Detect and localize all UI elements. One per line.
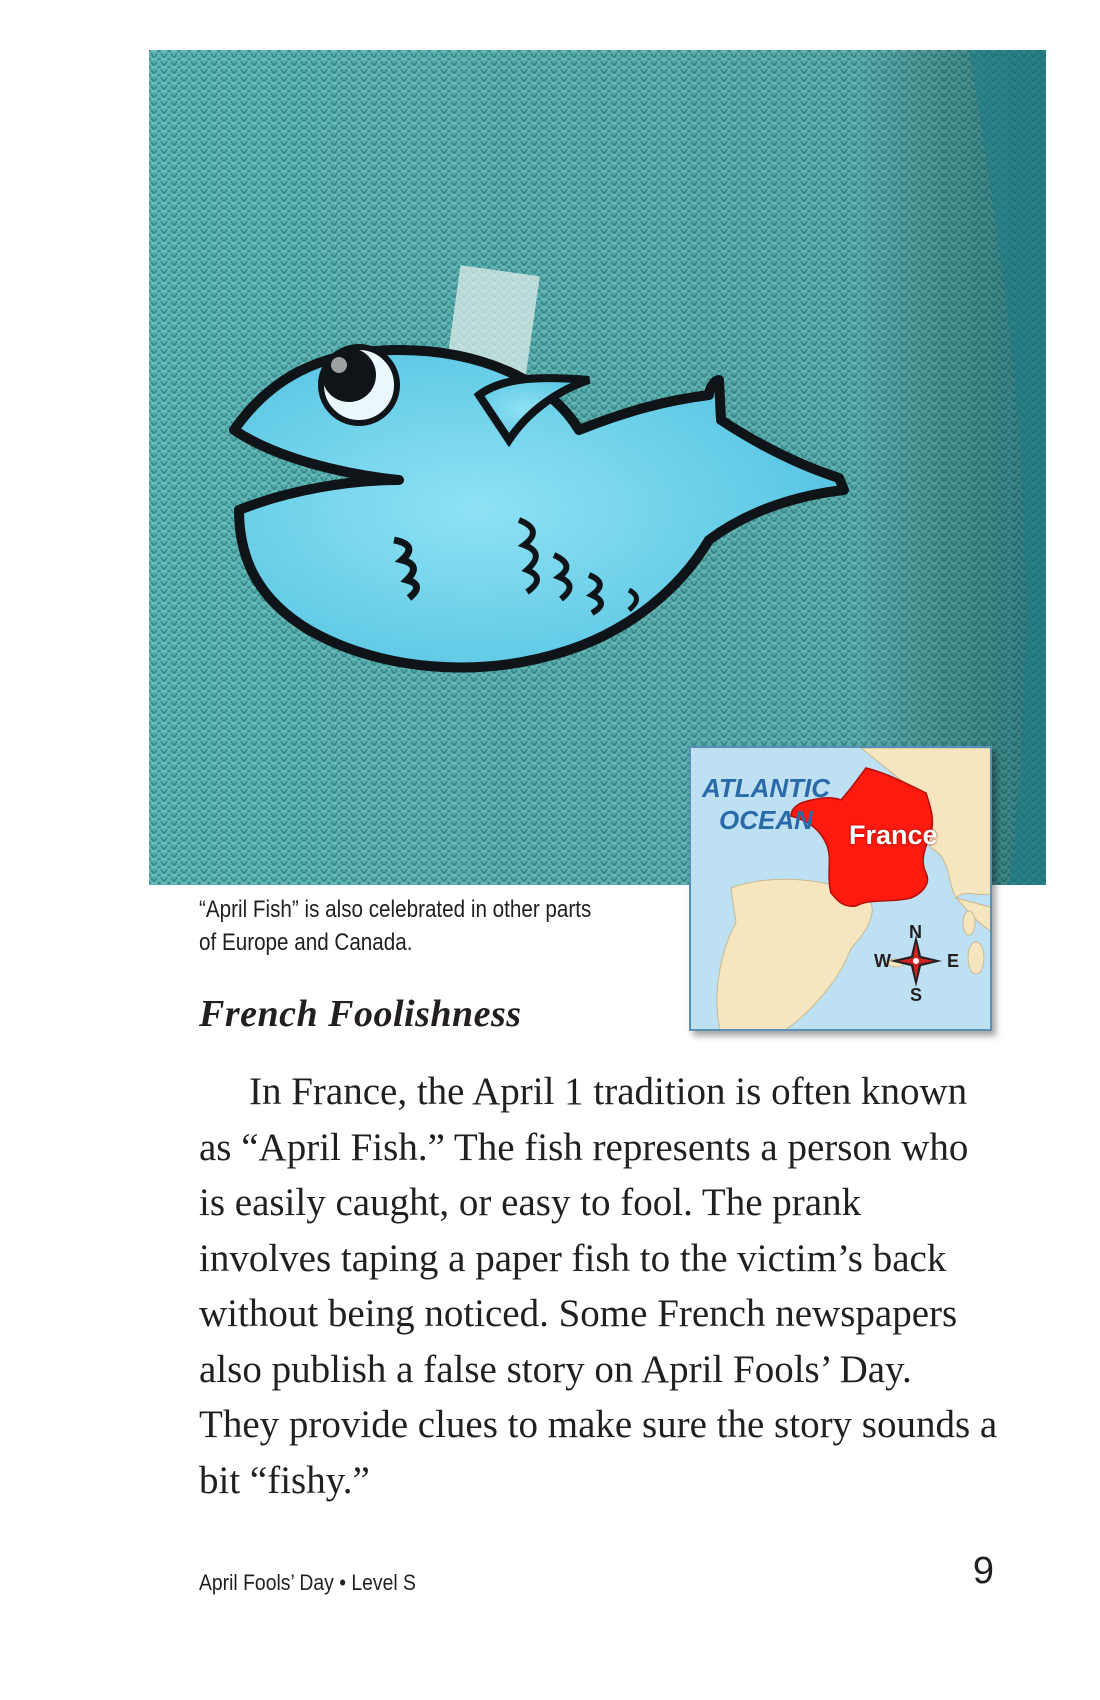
sardinia-island — [967, 941, 985, 975]
page-number: 9 — [972, 1550, 994, 1592]
ocean-label-line1: ATLANTIC — [701, 773, 831, 803]
compass-south: S — [910, 985, 923, 1005]
ocean-label-line2: OCEAN — [719, 805, 813, 835]
ocean-label: ATLANTIC OCEAN — [701, 772, 831, 836]
corsica-island — [962, 910, 976, 936]
compass-east: E — [947, 951, 960, 971]
body-paragraph: In France, the April 1 tradition is ofte… — [199, 1070, 998, 1502]
france-map: ATLANTIC OCEAN France N S E W — [689, 746, 992, 1031]
book-title-footer: April Fools’ Day • Level S — [199, 1570, 416, 1595]
compass-north: N — [909, 922, 922, 942]
country-label: France — [849, 820, 938, 850]
photo-caption: “April Fish” is also celebrated in other… — [199, 896, 592, 956]
compass-west: W — [874, 951, 891, 971]
section-heading: French Foolishness — [199, 993, 522, 1035]
